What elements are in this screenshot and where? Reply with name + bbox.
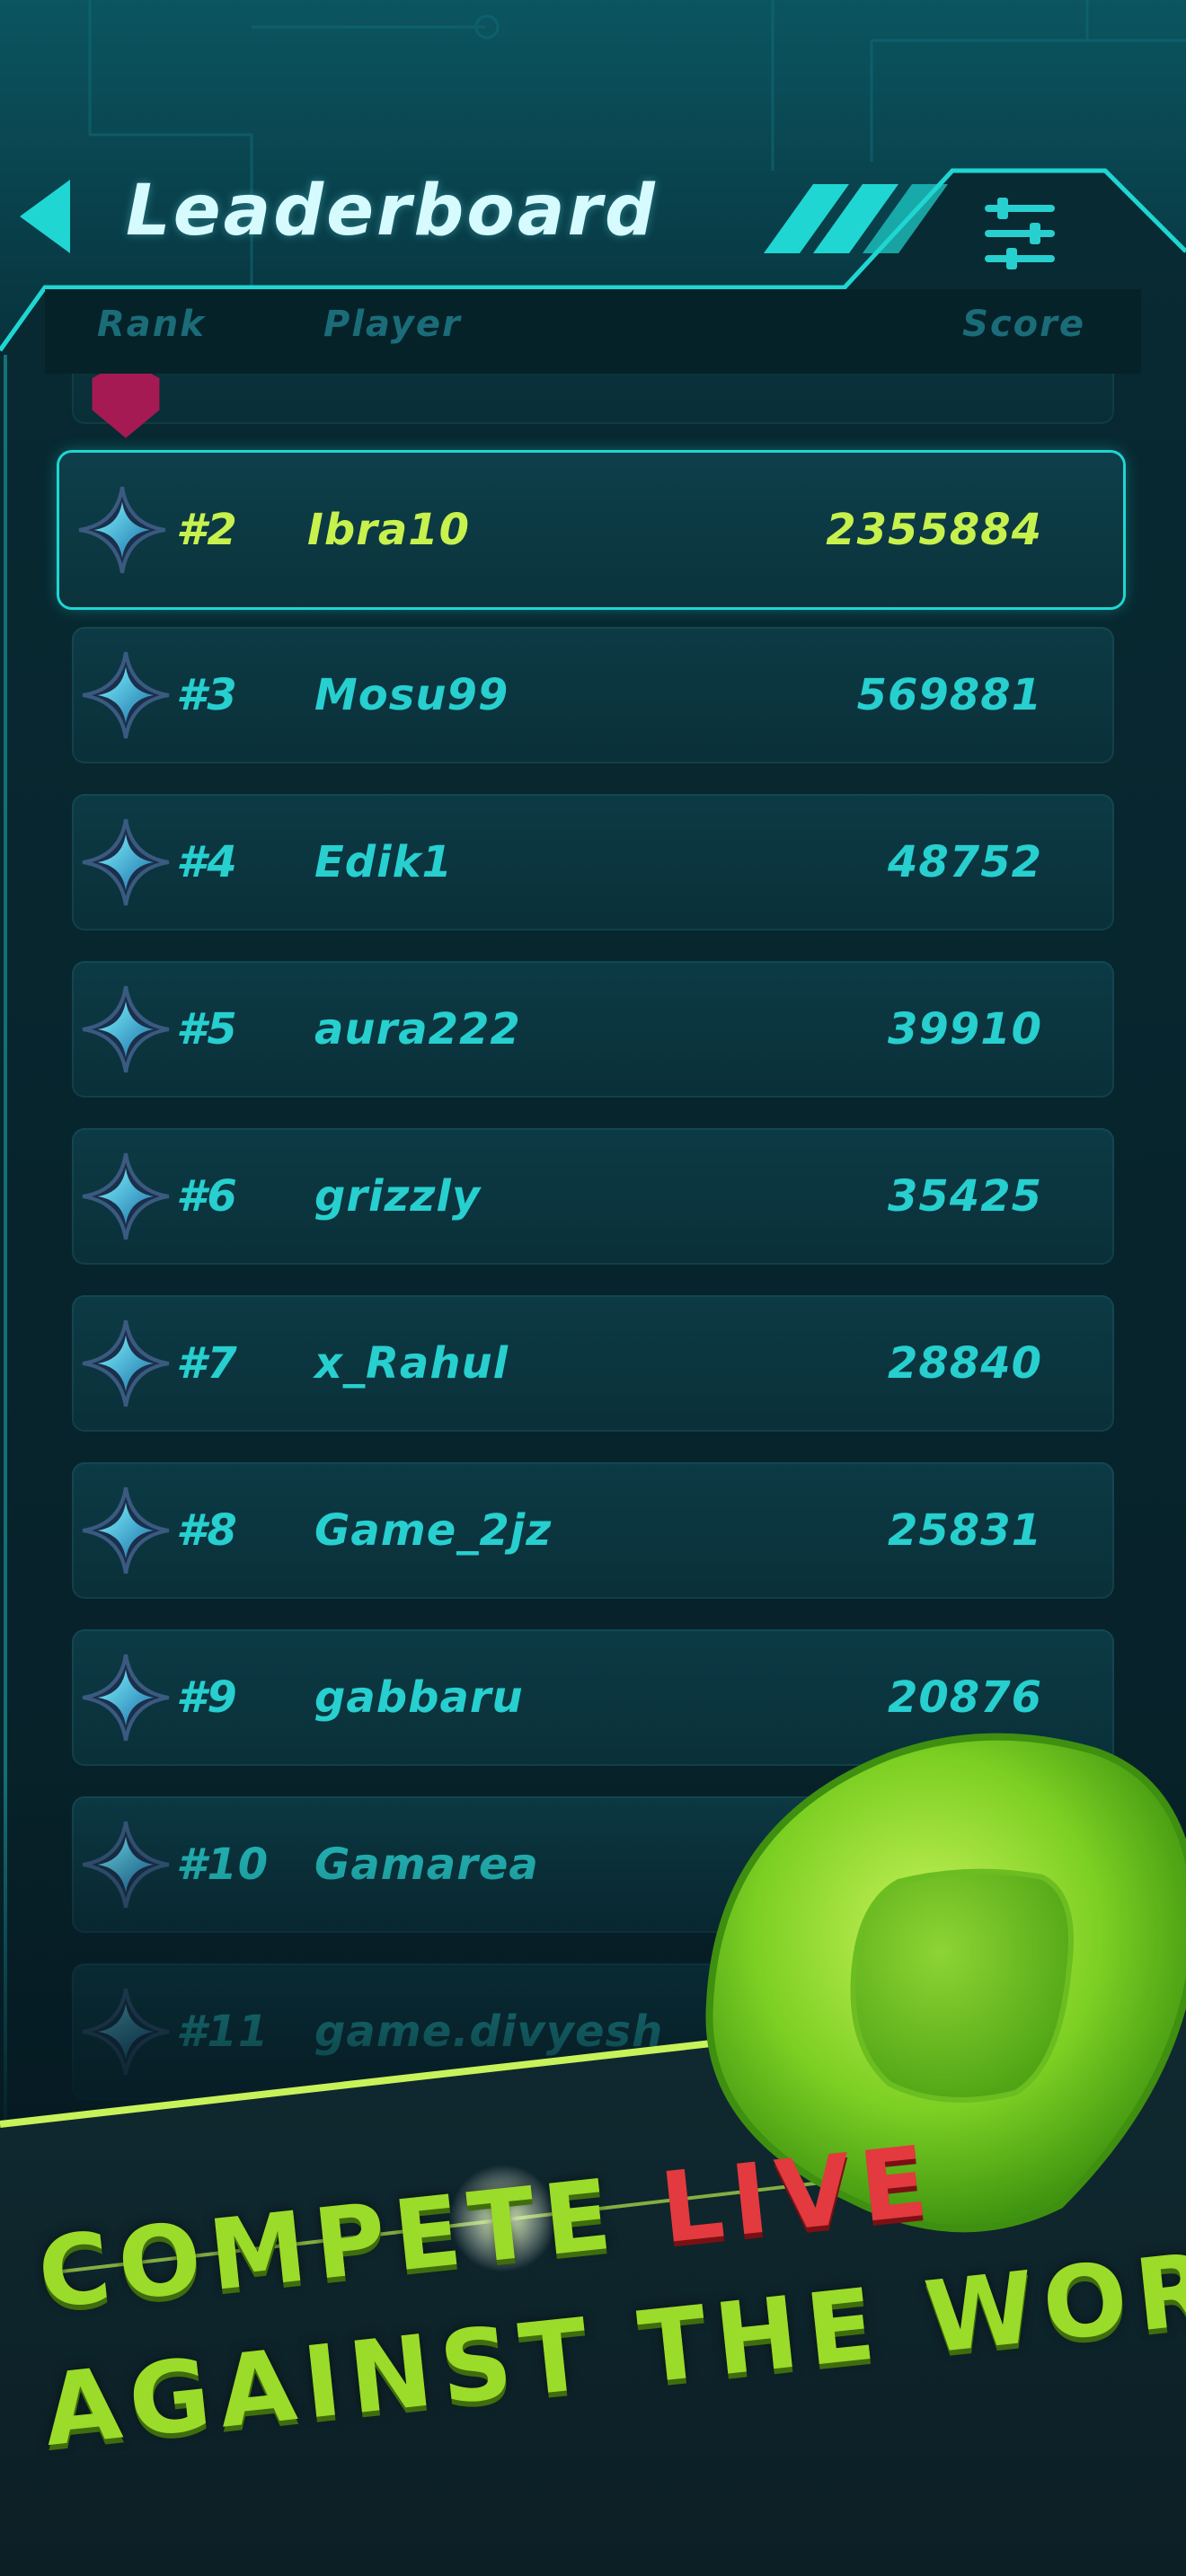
rank-star-icon [79,1985,173,2078]
score-value: 2355884 [826,505,1042,555]
leaderboard-row[interactable]: #10 Gamarea [72,1796,1114,1933]
leaderboard-row[interactable]: #5 aura222 39910 [72,961,1114,1098]
player-name: Game_2jz [314,1505,553,1556]
rank-star-icon [79,816,173,909]
leaderboard-row[interactable]: #4 Edik1 48752 [72,794,1114,931]
rank-label: #4 [176,837,238,887]
rank-star-icon [79,1651,173,1744]
player-name: grizzly [314,1171,482,1222]
rank-star-icon [79,983,173,1076]
leaderboard-row[interactable]: #6 grizzly 35425 [72,1128,1114,1265]
rank-star-icon [75,483,169,577]
score-value: 569881 [856,670,1042,720]
score-value: 28840 [888,1338,1042,1389]
leaderboard-row[interactable]: #11 game.divyesh [72,1963,1114,2100]
column-header-player: Player [323,304,462,345]
leaderboard-row[interactable]: #8 Game_2jz 25831 [72,1462,1114,1599]
leaderboard-row[interactable]: #2 Ibra10 2355884 [59,453,1123,607]
player-name: aura222 [314,1004,521,1054]
player-name: Mosu99 [314,670,509,720]
page-title: Leaderboard [126,171,658,251]
rank-star-icon [79,648,173,742]
player-name: Gamarea [314,1839,539,1890]
player-name: x_Rahul [314,1338,509,1389]
rank-label: #6 [176,1171,238,1222]
leaderboard-row-partial[interactable] [72,374,1114,438]
score-value: 48752 [888,837,1042,887]
rank-label: #8 [176,1505,238,1556]
player-name: gabbaru [314,1672,524,1723]
leaderboard-row[interactable]: #3 Mosu99 569881 [72,627,1114,763]
rank-label: #9 [176,1672,238,1723]
sliders-icon[interactable] [970,189,1069,278]
rank-label: #5 [176,1004,238,1054]
leaderboard-row[interactable]: #7 x_Rahul 28840 [72,1295,1114,1432]
player-name: game.divyesh [314,2007,664,2057]
rank-star-icon [79,1818,173,1911]
rank-label: #10 [176,1839,270,1890]
column-header-rank: Rank [97,304,206,345]
column-header-score: Score [962,304,1085,345]
leaderboard-row[interactable]: #9 gabbaru 20876 [72,1629,1114,1766]
rank-label: #11 [176,2007,270,2057]
rank-label: #3 [176,670,238,720]
back-arrow-icon[interactable] [16,176,79,257]
rank-star-icon [79,1150,173,1243]
score-value: 25831 [888,1505,1042,1556]
rank-gem-icon [92,374,160,438]
rank-star-icon [79,1484,173,1577]
rank-label: #2 [176,505,238,555]
rank-star-icon [79,1317,173,1410]
score-value: 39910 [888,1004,1042,1054]
score-value: 35425 [888,1171,1042,1222]
rank-label: #7 [176,1338,238,1389]
score-value: 20876 [888,1672,1042,1723]
player-name: Edik1 [314,837,453,887]
player-name: Ibra10 [307,505,471,555]
